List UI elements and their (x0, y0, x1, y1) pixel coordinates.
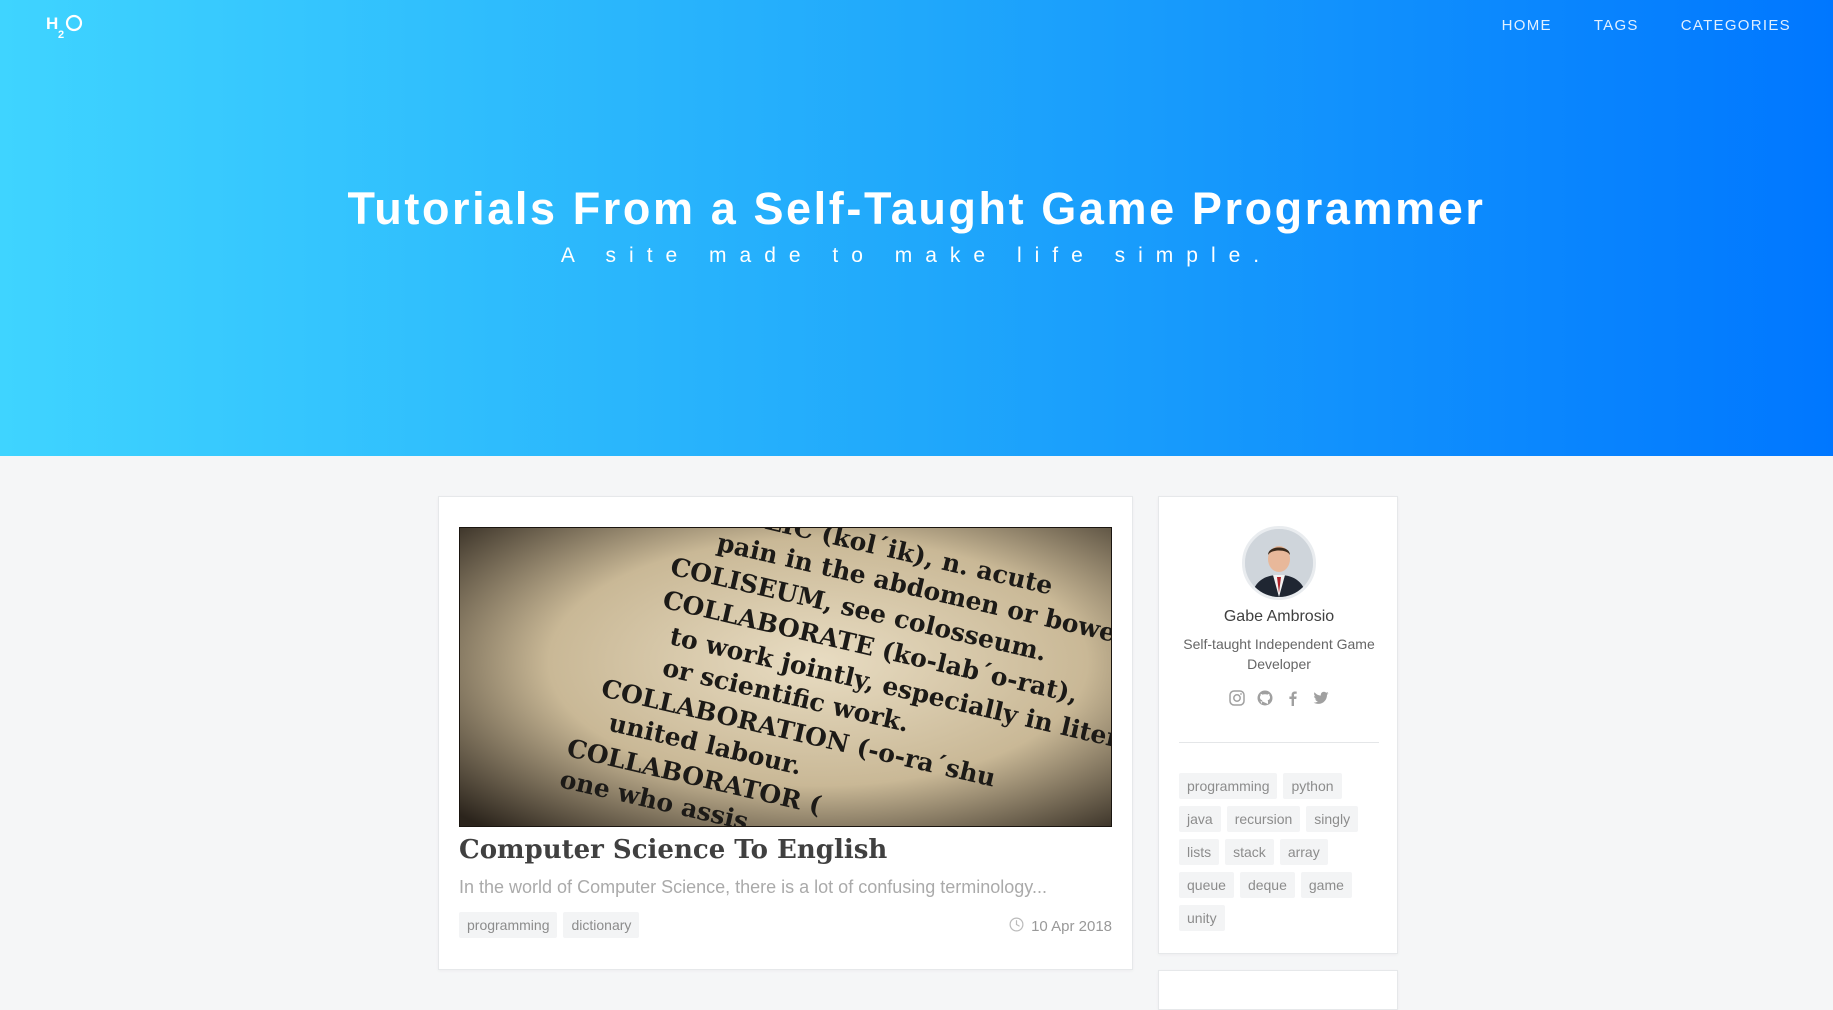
post-card: COLIC (kol´ik), n. acute pain in the abd… (438, 496, 1133, 970)
post-excerpt: In the world of Computer Science, there … (459, 877, 1047, 897)
tag-recursion[interactable]: recursion (1226, 806, 1301, 832)
post-title[interactable]: Computer Science To English (459, 835, 887, 865)
site-subtitle: A site made to make life simple. (560, 244, 1273, 267)
tag-queue[interactable]: queue (1179, 872, 1234, 898)
post-cover-image[interactable]: COLIC (kol´ik), n. acute pain in the abd… (459, 527, 1112, 827)
tag-stack[interactable]: stack (1225, 839, 1274, 865)
tag-unity[interactable]: unity (1179, 905, 1225, 931)
post-tag[interactable]: programming (459, 912, 558, 938)
profile-description: Self-taught Independent Game Developer (1183, 636, 1375, 672)
twitter-icon[interactable] (1312, 689, 1330, 707)
tag-java[interactable]: java (1179, 806, 1221, 832)
nav-categories[interactable]: CATEGORIES (1681, 17, 1791, 34)
profile-name: Gabe Ambrosio (1223, 608, 1335, 625)
tag-deque[interactable]: deque (1239, 872, 1295, 898)
tag-game[interactable]: game (1300, 872, 1352, 898)
svg-text:H: H (46, 14, 58, 33)
tag-array[interactable]: array (1279, 839, 1328, 865)
social-links (1159, 689, 1399, 707)
site-title: Tutorials From a Self-Taught Game Progra… (347, 183, 1486, 234)
clock-icon (1009, 917, 1024, 936)
tag-lists[interactable]: lists (1179, 839, 1220, 865)
post-date: 10 Apr 2018 (1009, 917, 1112, 936)
svg-text:2: 2 (58, 29, 64, 39)
tag-programming[interactable]: programming (1179, 773, 1278, 799)
post-tag[interactable]: dictionary (563, 912, 640, 938)
top-nav: HOME TAGS CATEGORIES (1460, 17, 1791, 34)
tag-python[interactable]: python (1283, 773, 1342, 799)
tag-cloud: programming python java recursion singly… (1179, 773, 1379, 938)
nav-tags[interactable]: TAGS (1594, 17, 1639, 34)
sidebar-next-card (1158, 970, 1398, 1010)
github-icon[interactable] (1256, 689, 1274, 707)
instagram-icon[interactable] (1228, 689, 1246, 707)
divider (1179, 742, 1379, 743)
avatar (1242, 526, 1316, 600)
facebook-icon[interactable] (1284, 689, 1302, 707)
nav-home[interactable]: HOME (1502, 17, 1552, 34)
site-logo-icon[interactable]: H 2 (46, 11, 86, 41)
post-date-text: 10 Apr 2018 (1031, 918, 1112, 935)
post-tags: programming dictionary (459, 912, 645, 938)
profile-card: Gabe Ambrosio Self-taught Independent Ga… (1158, 496, 1398, 954)
hero-banner: H 2 HOME TAGS CATEGORIES Tutorials From … (0, 0, 1833, 456)
tag-singly[interactable]: singly (1306, 806, 1359, 832)
